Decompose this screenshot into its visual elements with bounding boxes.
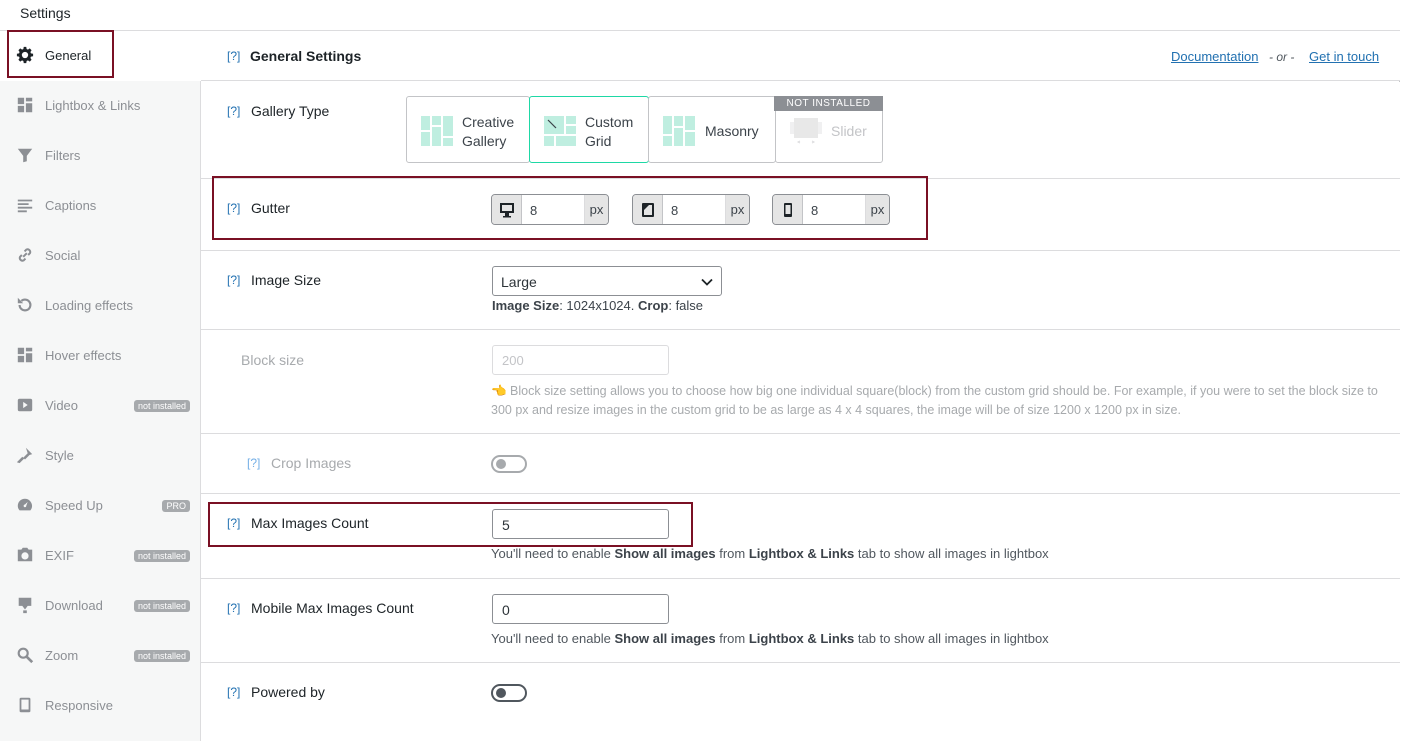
sidebar-item-video[interactable]: Video not installed <box>0 381 201 431</box>
not-installed-badge: not installed <box>133 550 190 562</box>
not-installed-badge: not installed <box>133 400 190 412</box>
sidebar-item-label: Lightbox & Links <box>45 98 141 113</box>
help-link[interactable]: [?] <box>227 104 240 118</box>
block-size-label: Block size <box>241 352 305 368</box>
image-size-select[interactable]: Large <box>492 266 722 296</box>
sidebar-item-label: Filters <box>45 148 81 163</box>
sidebar-item-zoom[interactable]: Zoom not installed <box>0 631 201 681</box>
sidebar-item-exif[interactable]: EXIF not installed <box>0 531 201 581</box>
gallery-type-label: Gallery Type <box>251 103 330 119</box>
pro-badge: PRO <box>162 500 190 512</box>
active-item-highlight <box>7 30 114 78</box>
help-link[interactable]: [?] <box>227 273 240 287</box>
zoom-icon <box>16 646 34 664</box>
gallery-type-label: Masonry <box>705 123 759 139</box>
sidebar-item-speed-up[interactable]: Speed Up PRO <box>0 481 201 531</box>
creative-gallery-icon <box>421 116 453 146</box>
gallery-type-label: Custom Grid <box>585 114 634 149</box>
crop-images-label: Crop Images <box>271 455 352 471</box>
powered-by-label: Powered by <box>251 684 325 700</box>
link-icon <box>16 246 34 264</box>
not-installed-badge: not installed <box>133 600 190 612</box>
gutter-highlight <box>212 176 928 240</box>
filter-icon <box>16 146 34 164</box>
general-settings-header: [?] General Settings Documentation - or … <box>201 31 1400 81</box>
gallery-type-label: Slider <box>831 123 867 139</box>
mobile-max-images-row: [?] Mobile Max Images Count <box>201 579 1400 663</box>
max-images-highlight <box>208 502 693 547</box>
sidebar-item-label: Style <box>45 448 74 463</box>
mobile-max-images-input[interactable]: 0 <box>492 594 669 624</box>
sidebar-item-lightbox[interactable]: Lightbox & Links <box>0 81 201 131</box>
sidebar-item-hover-effects[interactable]: Hover effects <box>0 331 201 381</box>
sidebar-item-loading-effects[interactable]: Loading effects <box>0 281 201 331</box>
chevron-down-icon <box>701 278 713 286</box>
refresh-icon <box>16 296 34 314</box>
sidebar-item-download[interactable]: Download not installed <box>0 581 201 631</box>
sidebar-item-label: EXIF <box>45 548 74 563</box>
help-link[interactable]: [?] <box>227 601 240 615</box>
help-link[interactable]: [?] <box>227 49 240 63</box>
image-size-row: [?] Image Size <box>201 251 1400 330</box>
camera-icon <box>16 546 34 564</box>
not-installed-tag: NOT INSTALLED <box>774 96 883 111</box>
custom-grid-icon <box>544 116 576 146</box>
sidebar-item-label: Download <box>45 598 103 613</box>
image-size-info: Image Size: 1024x1024. Crop: false <box>492 298 704 313</box>
sidebar: General Lightbox & Links Filters Caption… <box>0 31 201 741</box>
sidebar-item-style[interactable]: Style <box>0 431 201 481</box>
mobile-max-images-hint: You'll need to enable Show all images fr… <box>491 631 1049 646</box>
sidebar-item-label: Video <box>45 398 79 413</box>
help-link[interactable]: [?] <box>247 456 260 470</box>
tablet-icon <box>16 696 34 714</box>
image-size-value: Large <box>501 274 537 290</box>
settings-window: Settings General Lightbox & Links Filter… <box>0 0 1400 741</box>
sidebar-item-label: Captions <box>45 198 97 213</box>
section-title: General Settings <box>250 48 362 64</box>
sidebar-item-captions[interactable]: Captions <box>0 181 201 231</box>
sidebar-item-label: Speed Up <box>45 498 103 513</box>
top-bar: Settings <box>0 0 1400 31</box>
or-separator: - or - <box>1269 50 1295 64</box>
gallery-type-label: Creative Gallery <box>462 114 515 149</box>
mobile-max-images-label: Mobile Max Images Count <box>251 600 414 616</box>
masonry-icon <box>663 116 695 146</box>
video-icon <box>16 396 34 414</box>
hover-icon <box>16 346 34 364</box>
download-icon <box>16 596 34 614</box>
toggle-knob <box>496 688 506 698</box>
sidebar-item-label: Social <box>45 248 81 263</box>
sidebar-item-social[interactable]: Social <box>0 231 201 281</box>
page-title: Settings <box>20 5 71 21</box>
help-link[interactable]: [?] <box>227 685 240 699</box>
toggle-knob <box>496 459 506 469</box>
crop-images-toggle[interactable] <box>491 455 527 473</box>
brush-icon <box>16 446 34 464</box>
sidebar-item-label: Responsive <box>45 698 113 713</box>
lightbox-icon <box>16 96 34 114</box>
gallery-type-custom-grid[interactable]: Custom Grid <box>529 96 649 163</box>
gallery-type-masonry[interactable]: Masonry <box>648 96 776 163</box>
slider-icon <box>790 118 822 144</box>
dashboard-icon <box>16 496 34 514</box>
sidebar-item-label: Hover effects <box>45 348 122 363</box>
max-images-hint: You'll need to enable Show all images fr… <box>491 546 1049 561</box>
not-installed-badge: not installed <box>133 650 190 662</box>
documentation-link[interactable]: Documentation <box>1171 49 1258 64</box>
sidebar-item-filters[interactable]: Filters <box>0 131 201 181</box>
image-size-label: Image Size <box>251 272 322 288</box>
crop-images-row: [?] Crop Images <box>201 434 1400 494</box>
powered-by-row: [?] Powered by <box>201 663 1400 741</box>
sidebar-item-label: Loading effects <box>45 298 133 313</box>
block-size-help-text: 👈 Block size setting allows you to choos… <box>491 384 1378 417</box>
sidebar-item-responsive[interactable]: Responsive <box>0 681 201 731</box>
block-size-input[interactable]: 200 <box>492 345 669 375</box>
captions-icon <box>16 196 34 214</box>
gallery-type-creative[interactable]: Creative Gallery <box>406 96 530 163</box>
powered-by-toggle[interactable] <box>491 684 527 702</box>
sidebar-item-label: Zoom <box>45 648 79 663</box>
get-in-touch-link[interactable]: Get in touch <box>1309 49 1379 64</box>
